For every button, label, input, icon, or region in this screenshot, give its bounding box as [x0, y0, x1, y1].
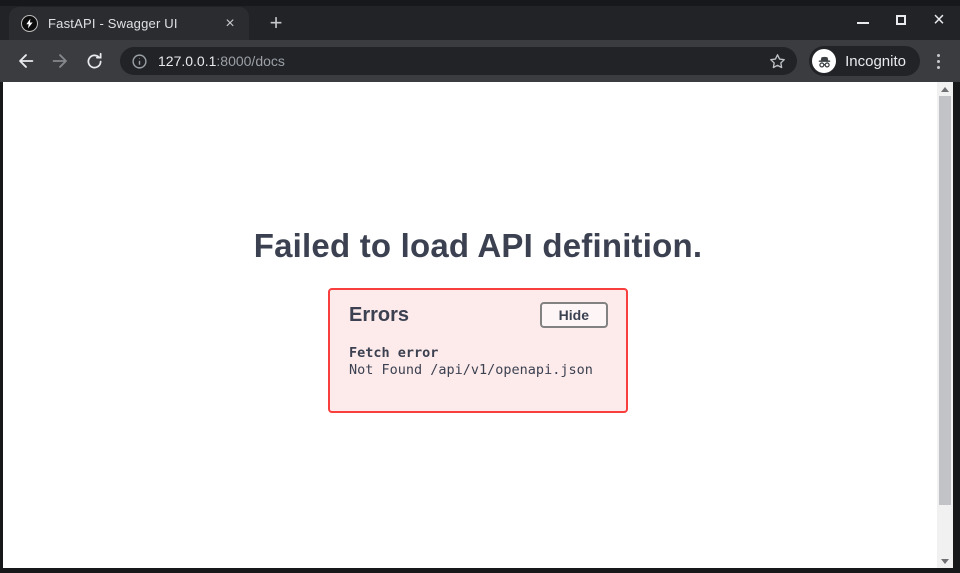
scrollbar-thumb[interactable]: [939, 96, 951, 505]
errors-panel: Errors Hide Fetch error Not Found /api/v…: [328, 288, 628, 413]
error-name: Fetch error: [349, 345, 608, 362]
close-icon[interactable]: ×: [932, 13, 946, 27]
bookmark-star-icon[interactable]: [768, 52, 787, 71]
browser-window: FastAPI - Swagger UI × + ×: [0, 0, 960, 573]
error-message: Not Found /api/v1/openapi.json: [349, 362, 608, 379]
tab-close-icon[interactable]: ×: [221, 15, 239, 33]
incognito-icon: [812, 49, 836, 73]
incognito-label: Incognito: [845, 53, 906, 70]
window-controls: ×: [856, 0, 950, 40]
errors-header: Errors Hide: [349, 302, 608, 328]
minimize-icon[interactable]: [856, 13, 870, 27]
scroll-down-icon[interactable]: [937, 554, 953, 568]
scrollbar[interactable]: [937, 82, 953, 568]
browser-toolbar: 127.0.0.1:8000/docs Incognito: [0, 40, 960, 82]
maximize-icon[interactable]: [894, 13, 908, 27]
forward-icon[interactable]: [46, 47, 74, 75]
swagger-ui-page: Failed to load API definition. Errors Hi…: [3, 82, 953, 413]
errors-title: Errors: [349, 304, 409, 327]
url-path: :8000/docs: [216, 53, 285, 69]
url-text: 127.0.0.1:8000/docs: [158, 53, 285, 69]
error-item: Fetch error Not Found /api/v1/openapi.js…: [349, 345, 608, 379]
incognito-badge: Incognito: [809, 46, 920, 76]
page-title: Failed to load API definition.: [3, 227, 953, 265]
url-host: 127.0.0.1: [158, 53, 216, 69]
page-content: Failed to load API definition. Errors Hi…: [3, 82, 953, 568]
tab-strip: FastAPI - Swagger UI × + ×: [0, 0, 960, 40]
site-info-icon[interactable]: [131, 53, 148, 70]
hide-errors-button[interactable]: Hide: [540, 302, 608, 328]
reload-icon[interactable]: [80, 47, 108, 75]
tab-title: FastAPI - Swagger UI: [48, 16, 221, 31]
fastapi-favicon-icon: [21, 15, 38, 32]
browser-tab[interactable]: FastAPI - Swagger UI ×: [9, 7, 249, 40]
back-icon[interactable]: [12, 47, 40, 75]
scroll-up-icon[interactable]: [937, 82, 953, 96]
menu-icon[interactable]: [928, 47, 948, 75]
address-bar[interactable]: 127.0.0.1:8000/docs: [120, 47, 797, 75]
new-tab-icon[interactable]: +: [262, 9, 290, 37]
